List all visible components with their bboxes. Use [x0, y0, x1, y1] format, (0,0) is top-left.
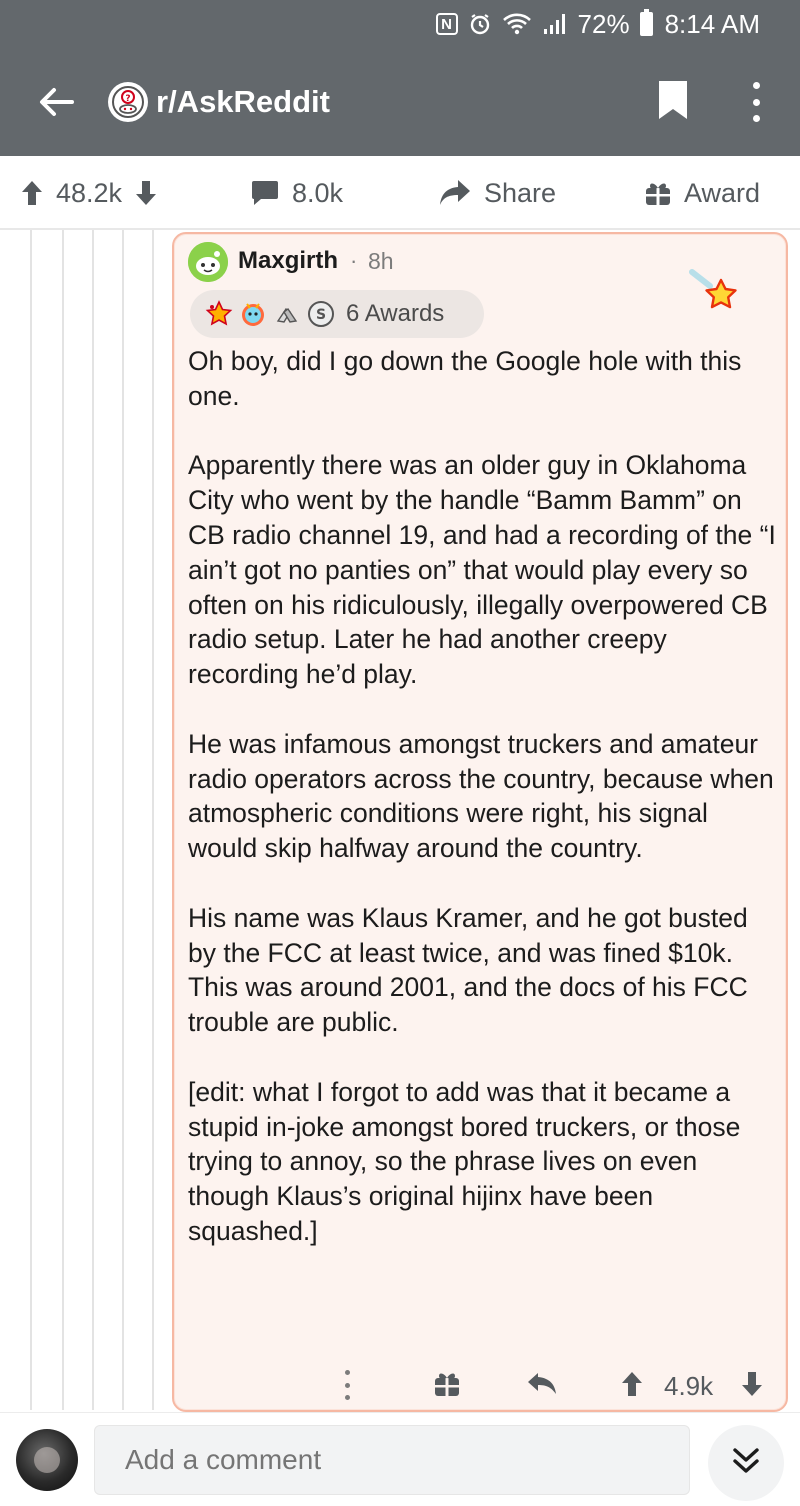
thread-line[interactable]: [62, 230, 64, 1410]
comment-paragraph: Oh boy, did I go down the Google hole wi…: [188, 346, 742, 411]
next-comment-button[interactable]: [708, 1425, 784, 1501]
post-action-bar: 48.2k 8.0k Share Award: [0, 156, 800, 230]
share-arrow-icon: [438, 178, 472, 208]
svg-text:?: ?: [125, 94, 130, 104]
comments-button[interactable]: 8.0k: [250, 156, 343, 230]
nfc-icon: N: [435, 13, 458, 35]
starstruck-award-icon: [204, 299, 234, 329]
meta-separator: ·: [350, 248, 358, 273]
share-label: Share: [484, 177, 557, 208]
status-bar: N 72% 8:14 AM: [0, 0, 800, 48]
comment-age: 8h: [368, 248, 394, 274]
post-vote-group: 48.2k: [20, 156, 158, 230]
add-comment-input[interactable]: [94, 1425, 690, 1495]
comment-more-icon[interactable]: [342, 1370, 352, 1400]
battery-percent: 72%: [577, 8, 630, 39]
comment-upvote-icon[interactable]: [620, 1370, 644, 1403]
wifi-icon: [502, 12, 532, 36]
subreddit-name[interactable]: r/AskReddit: [156, 82, 330, 122]
silver-award-icon: S: [306, 299, 336, 329]
downvote-arrow-icon[interactable]: [134, 179, 158, 207]
awards-count: 6 Awards: [346, 300, 445, 327]
double-chevron-down-icon: [729, 1444, 763, 1483]
author-avatar[interactable]: [188, 242, 228, 282]
upvote-arrow-icon[interactable]: [20, 179, 44, 207]
comment-award-icon[interactable]: [434, 1370, 460, 1403]
bookmark-icon[interactable]: [656, 78, 690, 122]
award-button[interactable]: Award: [644, 156, 760, 230]
comment-score: 4.9k: [664, 1371, 714, 1401]
thread-line[interactable]: [152, 230, 154, 1410]
comment-card[interactable]: Maxgirth · 8h S 6 Awards Oh boy, did I g…: [172, 232, 788, 1412]
awards-pill[interactable]: S 6 Awards: [190, 290, 484, 338]
svg-text:S: S: [316, 307, 326, 323]
comment-bubble-icon: [250, 179, 280, 207]
helpful-hands-award-icon: [272, 299, 302, 329]
back-arrow-icon[interactable]: [36, 82, 76, 122]
gift-icon: [644, 179, 672, 207]
reply-arrow-icon[interactable]: [526, 1370, 558, 1403]
clock: 8:14 AM: [664, 8, 760, 39]
thread-line[interactable]: [30, 230, 32, 1410]
comment-actions: 4.9k: [174, 1364, 790, 1408]
thread-line[interactable]: [122, 230, 124, 1410]
reddit-comment-screen: N 72% 8:14 AM ? r/AskReddit 48.2k 8.0k S…: [0, 0, 800, 1506]
comment-body: Oh boy, did I go down the Google hole wi…: [188, 344, 782, 1284]
more-options-icon[interactable]: [744, 80, 768, 124]
comment-author[interactable]: Maxgirth: [238, 246, 338, 276]
gilded-star-icon: [688, 268, 748, 318]
signal-icon: [542, 12, 568, 36]
top-app-bar: ? r/AskReddit: [0, 48, 800, 156]
comment-count: 8.0k: [292, 177, 344, 208]
user-avatar[interactable]: [16, 1429, 78, 1491]
comment-paragraph: His name was Klaus Kramer, and he got bu…: [188, 902, 748, 1038]
thread-line[interactable]: [92, 230, 94, 1410]
comment-paragraph: He was infamous amongst truckers and ama…: [188, 728, 774, 864]
award-label: Award: [684, 177, 761, 208]
battery-icon: [639, 9, 655, 36]
share-button[interactable]: Share: [438, 156, 556, 230]
post-score: 48.2k: [56, 177, 123, 208]
comment-paragraph: Apparently there was an older guy in Okl…: [188, 450, 776, 690]
alarm-icon: [468, 12, 492, 36]
comment-composer-bar: [0, 1412, 800, 1506]
wholesome-seal-award-icon: [238, 299, 268, 329]
comment-paragraph: [edit: what I forgot to add was that it …: [188, 1076, 741, 1246]
comment-downvote-icon[interactable]: [740, 1370, 764, 1403]
subreddit-avatar[interactable]: ?: [108, 82, 148, 122]
